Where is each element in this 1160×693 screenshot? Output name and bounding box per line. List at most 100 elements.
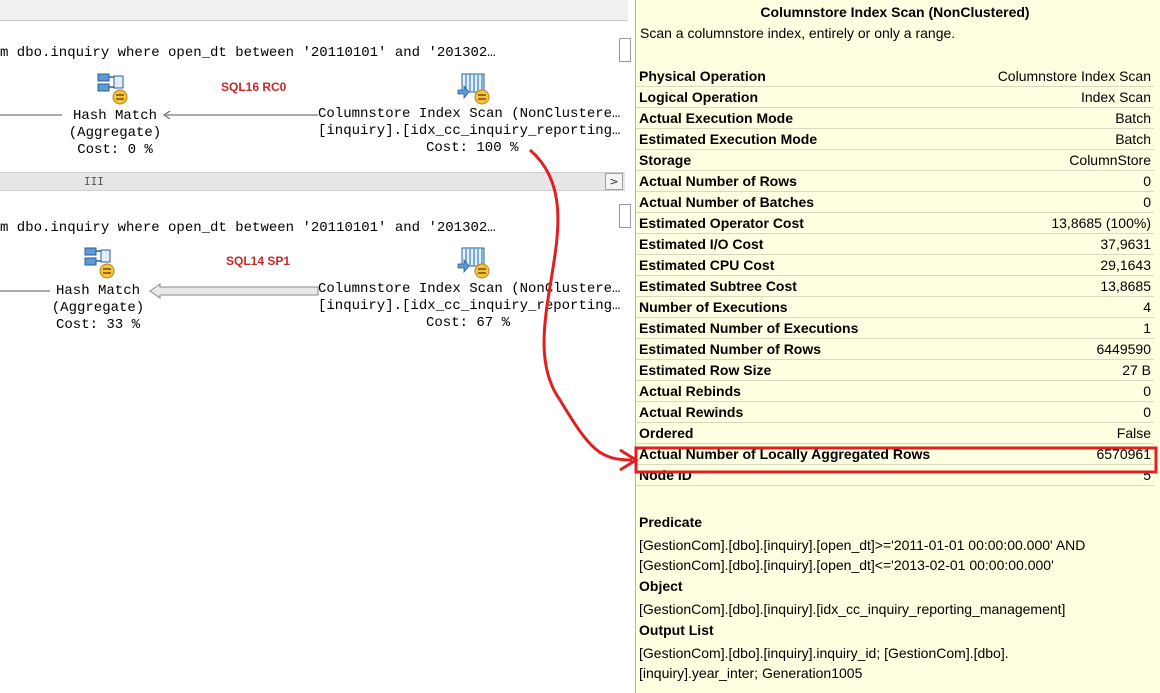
plan2-hash-match-cost: Cost: 33 % <box>55 317 140 333</box>
property-key: Estimated Execution Mode <box>636 128 974 150</box>
predicate-heading: Predicate <box>639 514 703 530</box>
plan2-scan-object: [inquiry].[idx_cc_inquiry_reporting… <box>318 298 621 314</box>
property-value: 0 <box>973 380 1154 402</box>
property-row: Estimated Operator Cost 13,8685 (100%) <box>636 212 1154 234</box>
predicate-text: [GestionCom].[dbo].[inquiry].[open_dt]>=… <box>639 535 1154 575</box>
plan2-hash-match-type: (Aggregate) <box>51 300 145 316</box>
property-value: 27 B <box>973 359 1154 381</box>
property-row: Estimated Number of Rows 6449590 <box>636 338 1154 360</box>
object-heading: Object <box>639 578 683 594</box>
hash-match-icon[interactable] <box>83 246 119 280</box>
tooltip-title: Columnstore Index Scan (NonClustered) <box>760 4 1030 20</box>
property-key: Ordered <box>636 422 974 444</box>
plan2-query-text: m dbo.inquiry where open_dt between '201… <box>0 220 496 236</box>
plan2-scan-cost: Cost: 67 % <box>426 315 511 331</box>
property-key: Actual Execution Mode <box>636 107 974 129</box>
columnstore-scan-icon[interactable] <box>456 72 492 106</box>
property-value: 5 <box>973 464 1154 486</box>
plan1-scroll-stub[interactable] <box>619 38 631 62</box>
plan2-data-flow-arrows <box>0 283 319 299</box>
property-key: Node ID <box>636 464 974 486</box>
property-key: Estimated Subtree Cost <box>636 275 974 297</box>
property-row: Physical Operation Columnstore Index Scan <box>636 66 1154 87</box>
plan1-query-text: m dbo.inquiry where open_dt between '201… <box>0 45 496 61</box>
plan1-data-flow-arrows <box>0 110 318 120</box>
predicate-line-1: [GestionCom].[dbo].[inquiry].[open_dt]>=… <box>639 537 1086 553</box>
property-value: 13,8685 (100%) <box>973 212 1154 234</box>
plan2-version-tag: SQL14 SP1 <box>226 254 291 268</box>
plan1-hash-match-cost: Cost: 0 % <box>77 142 153 158</box>
operator-tooltip: Columnstore Index Scan (NonClustered) Sc… <box>635 0 1160 693</box>
property-value: ColumnStore <box>973 149 1154 171</box>
property-key: Actual Rewinds <box>636 401 974 423</box>
property-value: 29,1643 <box>973 254 1154 276</box>
property-key: Estimated Operator Cost <box>636 212 974 234</box>
property-row: Actual Rebinds 0 <box>636 380 1154 402</box>
property-row: Actual Execution Mode Batch <box>636 107 1154 129</box>
arrow-left-icon <box>149 283 319 299</box>
property-row: Node ID 5 <box>636 464 1154 486</box>
property-row: Number of Executions 4 <box>636 296 1154 318</box>
property-value: 13,8685 <box>973 275 1154 297</box>
property-key: Storage <box>636 149 974 171</box>
property-row: Ordered False <box>636 422 1154 444</box>
plan1-horizontal-scrollbar[interactable]: III > <box>0 172 625 191</box>
object-value: [GestionCom].[dbo].[inquiry].[idx_cc_inq… <box>639 601 1066 617</box>
property-value: 4 <box>973 296 1154 318</box>
property-value: Columnstore Index Scan <box>973 66 1154 87</box>
property-row: Actual Number of Rows 0 <box>636 170 1154 192</box>
plan2-scan-name: Columnstore Index Scan (NonClustere… <box>318 281 621 297</box>
property-row: Logical Operation Index Scan <box>636 86 1154 108</box>
plan1-scan-name: Columnstore Index Scan (NonClustere… <box>318 106 621 122</box>
scroll-right-button[interactable]: > <box>605 173 623 190</box>
plan2-scroll-stub[interactable] <box>619 204 631 228</box>
plan2-scan-label: Columnstore Index Scan (NonClustere… [in… <box>318 281 624 332</box>
property-value: 0 <box>973 170 1154 192</box>
property-key: Estimated Number of Executions <box>636 317 974 339</box>
property-key: Actual Number of Rows <box>636 170 974 192</box>
output-list-text: [GestionCom].[dbo].[inquiry].inquiry_id;… <box>639 643 1154 683</box>
property-key: Estimated I/O Cost <box>636 233 974 255</box>
property-value: 0 <box>973 191 1154 213</box>
property-row: Estimated Subtree Cost 13,8685 <box>636 275 1154 297</box>
property-value: 0 <box>973 401 1154 423</box>
hash-match-icon[interactable] <box>96 72 132 106</box>
property-key: Estimated Number of Rows <box>636 338 974 360</box>
property-row: Actual Rewinds 0 <box>636 401 1154 423</box>
property-key: Actual Rebinds <box>636 380 974 402</box>
property-value: 1 <box>973 317 1154 339</box>
property-key: Physical Operation <box>636 66 974 87</box>
property-key: Number of Executions <box>636 296 974 318</box>
property-row: Estimated Row Size 27 B <box>636 359 1154 381</box>
property-key: Actual Number of Batches <box>636 191 974 213</box>
property-row: Estimated I/O Cost 37,9631 <box>636 233 1154 255</box>
output-list-line-1: [GestionCom].[dbo].[inquiry].inquiry_id;… <box>639 645 1009 661</box>
property-row: Estimated Number of Executions 1 <box>636 317 1154 339</box>
property-key: Logical Operation <box>636 86 974 108</box>
property-value: Index Scan <box>973 86 1154 108</box>
property-key: Actual Number of Locally Aggregated Rows <box>636 443 974 465</box>
output-list-heading: Output List <box>639 622 714 638</box>
property-value: 6570961 <box>973 443 1154 465</box>
columnstore-scan-icon[interactable] <box>456 246 492 280</box>
property-key: Estimated Row Size <box>636 359 974 381</box>
output-list-line-2: [inquiry].year_inter; Generation1005 <box>639 665 863 681</box>
property-key: Estimated CPU Cost <box>636 254 974 276</box>
tooltip-description: Scan a columnstore index, entirely or on… <box>640 25 956 41</box>
property-row: Actual Number of Batches 0 <box>636 191 1154 213</box>
property-value: False <box>973 422 1154 444</box>
property-value: 6449590 <box>973 338 1154 360</box>
property-row: Actual Number of Locally Aggregated Rows… <box>636 443 1154 465</box>
plan1-version-tag: SQL16 RC0 <box>221 80 287 94</box>
predicate-line-2: [GestionCom].[dbo].[inquiry].[open_dt]<=… <box>639 557 1054 573</box>
scroll-grip[interactable]: III <box>84 175 104 188</box>
plan1-scan-object: [inquiry].[idx_cc_inquiry_reporting… <box>318 123 621 139</box>
annotation-arrowhead-icon <box>619 448 639 472</box>
property-value: Batch <box>973 128 1154 150</box>
property-value: 37,9631 <box>973 233 1154 255</box>
plan1-scan-label: Columnstore Index Scan (NonClustere… [in… <box>318 106 624 157</box>
plan-top-bar <box>0 0 628 21</box>
plan1-hash-match-type: (Aggregate) <box>68 125 162 141</box>
plan1-scan-cost: Cost: 100 % <box>426 140 519 156</box>
property-row: Estimated Execution Mode Batch <box>636 128 1154 150</box>
